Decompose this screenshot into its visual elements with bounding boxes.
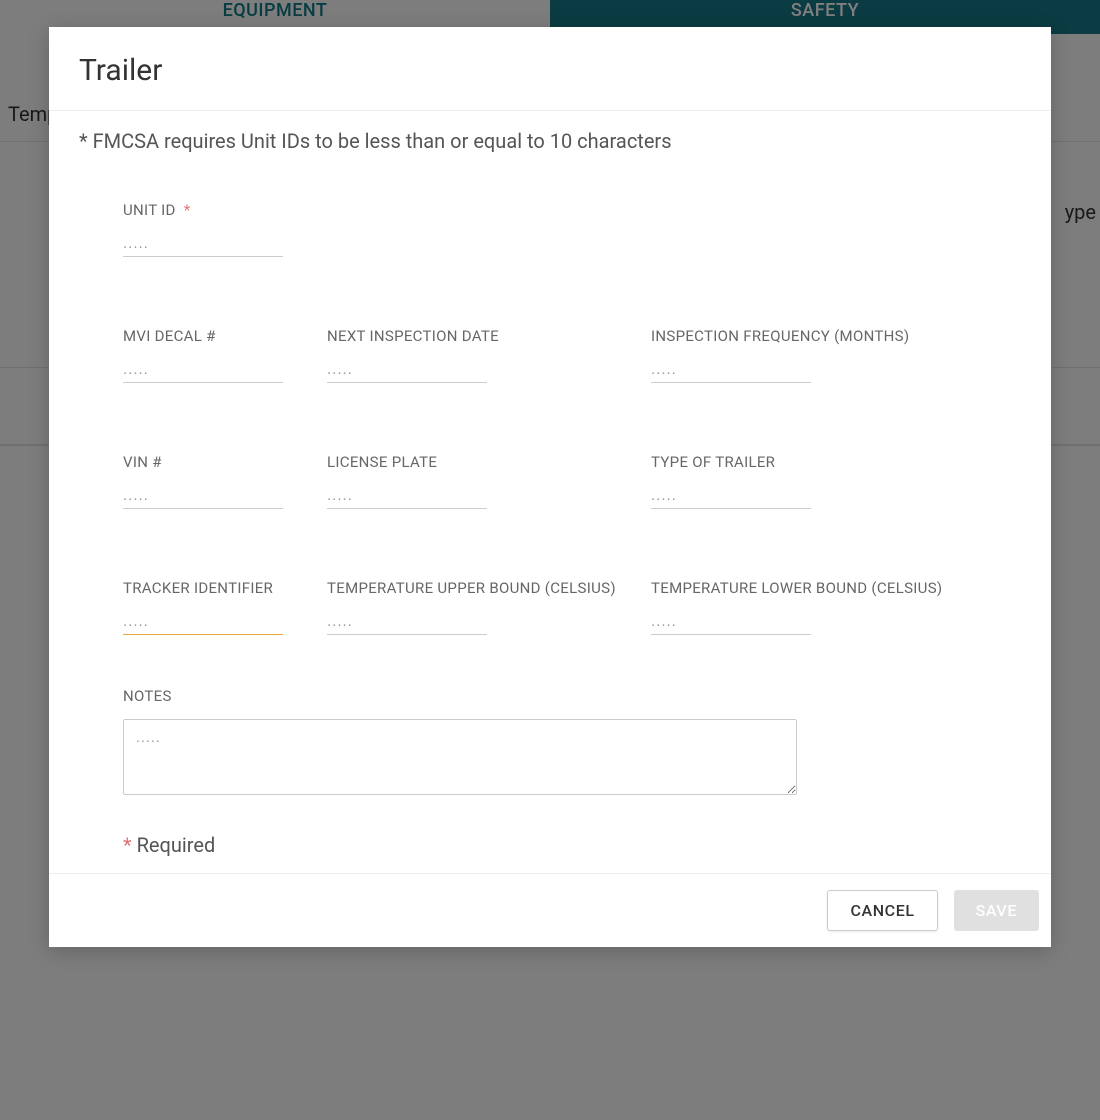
field-group-tracker-id: TRACKER IDENTIFIER bbox=[123, 579, 303, 635]
trailer-type-label: TYPE OF TRAILER bbox=[651, 453, 951, 471]
cancel-button[interactable]: CANCEL bbox=[827, 890, 937, 931]
field-group-license-plate: LICENSE PLATE bbox=[327, 453, 627, 509]
temp-upper-input[interactable] bbox=[327, 611, 487, 635]
notes-textarea[interactable] bbox=[123, 719, 797, 795]
tracker-id-input[interactable] bbox=[123, 611, 283, 635]
tracker-id-label: TRACKER IDENTIFIER bbox=[123, 579, 303, 597]
trailer-type-input[interactable] bbox=[651, 485, 811, 509]
license-plate-label: LICENSE PLATE bbox=[327, 453, 627, 471]
save-button[interactable]: SAVE bbox=[954, 890, 1039, 931]
next-inspection-input[interactable] bbox=[327, 359, 487, 383]
helper-text: * FMCSA requires Unit IDs to be less tha… bbox=[79, 129, 1021, 153]
field-group-inspection-freq: INSPECTION FREQUENCY (MONTHS) bbox=[651, 327, 951, 383]
form-row-4: TRACKER IDENTIFIER TEMPERATURE UPPER BOU… bbox=[123, 579, 977, 635]
unit-id-label: UNIT ID * bbox=[123, 201, 303, 219]
form-row-2: MVI DECAL # NEXT INSPECTION DATE INSPECT… bbox=[123, 327, 977, 383]
required-note: * Required bbox=[123, 833, 977, 857]
field-group-temp-upper: TEMPERATURE UPPER BOUND (CELSIUS) bbox=[327, 579, 627, 635]
field-group-trailer-type: TYPE OF TRAILER bbox=[651, 453, 951, 509]
modal-header: Trailer bbox=[49, 27, 1051, 111]
vin-input[interactable] bbox=[123, 485, 283, 509]
temp-lower-input[interactable] bbox=[651, 611, 811, 635]
temp-upper-label: TEMPERATURE UPPER BOUND (CELSIUS) bbox=[327, 579, 627, 597]
form-area: UNIT ID * MVI DECAL # NEXT INSPECTION DA… bbox=[79, 201, 1021, 857]
inspection-freq-label: INSPECTION FREQUENCY (MONTHS) bbox=[651, 327, 951, 345]
form-row-3: VIN # LICENSE PLATE TYPE OF TRAILER bbox=[123, 453, 977, 509]
field-group-temp-lower: TEMPERATURE LOWER BOUND (CELSIUS) bbox=[651, 579, 951, 635]
unit-id-input[interactable] bbox=[123, 233, 283, 257]
field-group-unit-id: UNIT ID * bbox=[123, 201, 303, 257]
next-inspection-label: NEXT INSPECTION DATE bbox=[327, 327, 627, 345]
field-group-next-inspection: NEXT INSPECTION DATE bbox=[327, 327, 627, 383]
mvi-decal-label: MVI DECAL # bbox=[123, 327, 303, 345]
required-text: Required bbox=[137, 833, 216, 857]
field-group-vin: VIN # bbox=[123, 453, 303, 509]
vin-label: VIN # bbox=[123, 453, 303, 471]
modal-footer: CANCEL SAVE bbox=[49, 873, 1051, 947]
form-row-1: UNIT ID * bbox=[123, 201, 977, 257]
license-plate-input[interactable] bbox=[327, 485, 487, 509]
modal-body: * FMCSA requires Unit IDs to be less tha… bbox=[49, 111, 1051, 873]
mvi-decal-input[interactable] bbox=[123, 359, 283, 383]
inspection-freq-input[interactable] bbox=[651, 359, 811, 383]
required-star-icon: * bbox=[123, 833, 132, 857]
notes-label: NOTES bbox=[123, 687, 977, 705]
form-row-5: NOTES bbox=[123, 687, 977, 799]
unit-id-label-text: UNIT ID bbox=[123, 201, 176, 219]
field-group-mvi-decal: MVI DECAL # bbox=[123, 327, 303, 383]
temp-lower-label: TEMPERATURE LOWER BOUND (CELSIUS) bbox=[651, 579, 951, 597]
modal-title: Trailer bbox=[79, 53, 1021, 88]
required-star-icon: * bbox=[184, 201, 191, 219]
trailer-modal: Trailer * FMCSA requires Unit IDs to be … bbox=[49, 27, 1051, 947]
